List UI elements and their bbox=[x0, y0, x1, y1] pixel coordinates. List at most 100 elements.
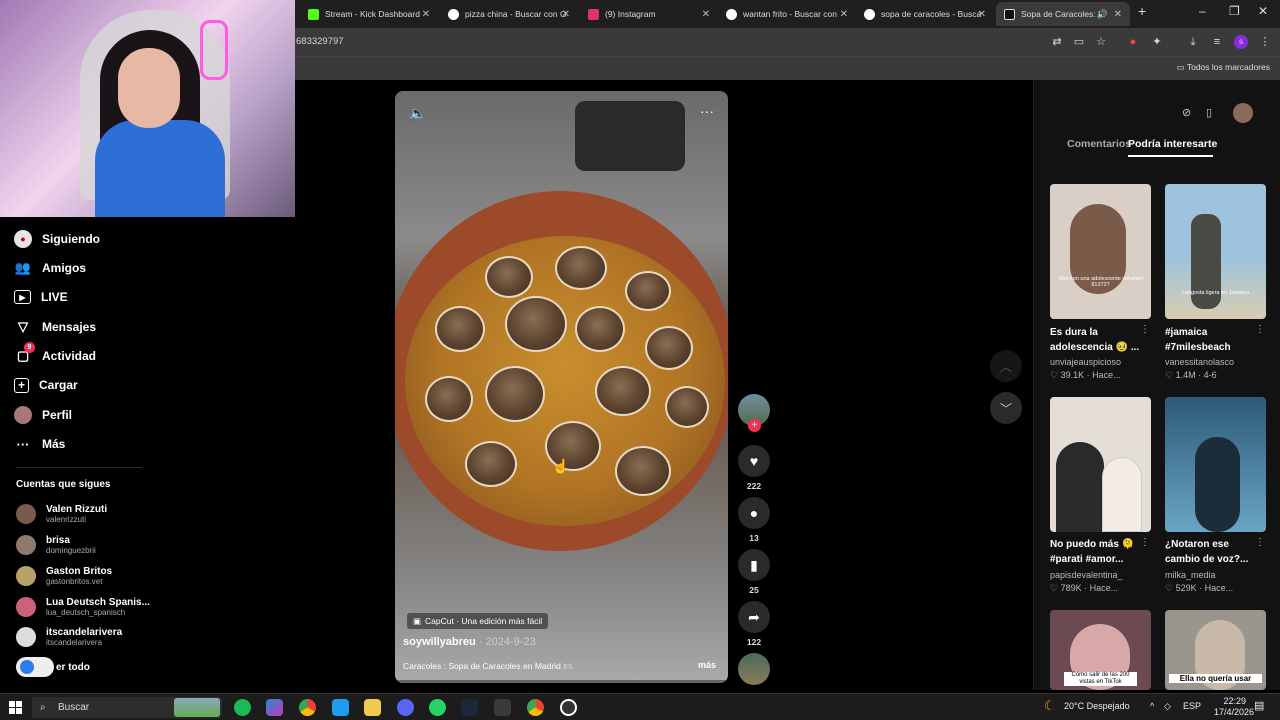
recommended-title[interactable]: #jamaica #7milesbeach bbox=[1165, 325, 1266, 355]
sidebar-item-actividad[interactable]: ▢ 9 Actividad bbox=[14, 342, 96, 366]
recommended-user[interactable]: unviajeauspicioso bbox=[1050, 357, 1121, 367]
recommended-thumbnail[interactable]: Langosta ligera en Jamaica bbox=[1165, 184, 1266, 319]
weather-text[interactable]: 20°C Despejado bbox=[1064, 701, 1130, 711]
next-video-button[interactable]: ﹀ bbox=[990, 392, 1022, 424]
network-icon[interactable]: ◇ bbox=[1164, 701, 1171, 712]
close-icon[interactable]: ✕ bbox=[840, 9, 848, 20]
tab-instagram[interactable]: (9) Instagram ✕ bbox=[580, 2, 718, 26]
maximize-button[interactable]: ❐ bbox=[1229, 4, 1240, 18]
sidebar-item-cargar[interactable]: + Cargar bbox=[14, 375, 78, 395]
language-indicator[interactable]: ESP bbox=[1183, 701, 1201, 711]
recommended-title[interactable]: No puedo más 🫠 #parati #amor... bbox=[1050, 537, 1151, 567]
obs-icon[interactable] bbox=[560, 699, 577, 716]
recommended-user[interactable]: papisdevalentina_ bbox=[1050, 570, 1123, 580]
followed-account[interactable]: itscandelarivera itscandelarivera bbox=[16, 625, 122, 649]
volume-icon[interactable]: 🔈 bbox=[409, 105, 426, 122]
discord-icon[interactable] bbox=[397, 699, 414, 716]
menu-dots-icon[interactable]: ··· bbox=[700, 103, 714, 119]
followed-account[interactable]: brisa dominguezbrii bbox=[16, 533, 96, 557]
prev-video-button[interactable]: ︿ bbox=[990, 350, 1022, 382]
clock[interactable]: 22:29 17/4/2026 bbox=[1214, 696, 1254, 718]
recommended-title[interactable]: Es dura la adolescencia 🥹 ... bbox=[1050, 325, 1151, 355]
chrome-icon[interactable] bbox=[299, 699, 316, 716]
chevron-up-icon[interactable]: ^ bbox=[1150, 701, 1154, 711]
see-all-link[interactable]: er todo bbox=[16, 657, 90, 677]
steam-icon[interactable] bbox=[461, 699, 478, 716]
bookmark-star-icon[interactable]: ☆ bbox=[1094, 35, 1108, 49]
sound-disc-icon[interactable] bbox=[738, 653, 770, 685]
sidebar-item-live[interactable]: ▶ LIVE bbox=[14, 287, 68, 307]
more-button[interactable]: más bbox=[698, 660, 716, 670]
whatsapp-icon[interactable] bbox=[429, 699, 446, 716]
extension-color-icon[interactable]: ● bbox=[1126, 35, 1140, 49]
menu-dots-icon[interactable]: ⋮ bbox=[1255, 324, 1265, 335]
recommended-user[interactable]: milka_media bbox=[1165, 570, 1216, 580]
all-bookmarks-button[interactable]: ▭ Todos los marcadores bbox=[1177, 62, 1270, 73]
menu-dots-icon[interactable]: ⋮ bbox=[1258, 35, 1272, 49]
close-icon[interactable]: ✕ bbox=[978, 9, 986, 20]
tab-sopa-caracoles-search[interactable]: sopa de caracoles - Busca ✕ bbox=[856, 2, 994, 26]
menu-dots-icon[interactable]: ⋮ bbox=[1255, 537, 1265, 548]
url-field[interactable]: 683329797 bbox=[296, 36, 344, 47]
compass-icon[interactable]: ⊘ bbox=[1182, 106, 1198, 122]
chrome-icon[interactable] bbox=[527, 699, 544, 716]
sidebar-item-mensajes[interactable]: ▽ Mensajes bbox=[14, 317, 96, 337]
share-button[interactable]: ➦ bbox=[738, 601, 770, 633]
speaker-icon[interactable]: 🔊 bbox=[1097, 9, 1108, 20]
profile-avatar-icon[interactable]: s bbox=[1234, 35, 1248, 49]
tab-tiktok-active[interactable]: Sopa de Caracoles: Un 🔊 ✕ bbox=[996, 2, 1130, 26]
windows-start-icon[interactable] bbox=[9, 701, 22, 714]
new-tab-button[interactable]: + bbox=[1138, 3, 1146, 19]
sidebar-item-siguiendo[interactable]: ● Siguiendo bbox=[14, 229, 100, 249]
video-author[interactable]: soywillyabreu · 2024-9-23 bbox=[403, 636, 536, 648]
install-icon[interactable]: ▭ bbox=[1072, 35, 1086, 49]
sidebar-item-perfil[interactable]: Perfil bbox=[14, 405, 72, 425]
followed-account[interactable]: Valen Rizzuti valenrizzuti bbox=[16, 502, 107, 526]
close-icon[interactable]: ✕ bbox=[562, 9, 570, 20]
recommended-title[interactable]: ¿Notaron ese cambio de voz?... bbox=[1165, 537, 1266, 567]
video-player[interactable]: 🔈 ··· ▣ CapCut · Una edición más fácil s… bbox=[395, 91, 728, 683]
user-avatar[interactable] bbox=[1233, 103, 1253, 123]
recommended-user[interactable]: vanessitanolasco bbox=[1165, 357, 1234, 367]
sidebar-item-mas[interactable]: ··· Más bbox=[14, 434, 66, 454]
minimize-button[interactable]: – bbox=[1199, 4, 1206, 18]
recommended-thumbnail[interactable]: Cómo salir de las 200 vistas en TikTok bbox=[1050, 610, 1151, 690]
video-progress[interactable] bbox=[395, 680, 728, 683]
taskbar-search[interactable]: ⌕ Buscar bbox=[32, 697, 222, 718]
tab-pizza-china[interactable]: pizza china - Buscar con G ✕ bbox=[440, 2, 578, 26]
tab-recommended[interactable]: Podría interesarte bbox=[1128, 138, 1217, 150]
sidebar-item-amigos[interactable]: 👥 Amigos bbox=[14, 258, 86, 278]
like-button[interactable]: ♥ bbox=[738, 445, 770, 477]
app-icon[interactable] bbox=[494, 699, 511, 716]
recommended-thumbnail[interactable] bbox=[1050, 397, 1151, 532]
menu-dots-icon[interactable]: ⋮ bbox=[1140, 324, 1150, 335]
thumb-caption: Ella no quería usar bbox=[1169, 674, 1262, 683]
phone-icon[interactable]: ▯ bbox=[1206, 106, 1222, 122]
recommended-thumbnail[interactable]: Vivir con una adolescente volumen 81372? bbox=[1050, 184, 1151, 319]
followed-account[interactable]: Lua Deutsch Spanis... lua_deutsch_spanisc… bbox=[16, 595, 150, 619]
notifications-icon[interactable]: ▤ bbox=[1254, 699, 1264, 712]
recommended-thumbnail[interactable] bbox=[1165, 397, 1266, 532]
followed-account[interactable]: Gaston Britos gastonbritos.vet bbox=[16, 564, 112, 588]
close-icon[interactable]: ✕ bbox=[1114, 9, 1122, 20]
tab-wantan-frito[interactable]: wantan frito - Buscar con ✕ bbox=[718, 2, 856, 26]
follow-plus-icon[interactable]: + bbox=[748, 419, 761, 432]
recommended-thumbnail[interactable]: Ella no quería usar bbox=[1165, 610, 1266, 690]
tab-kick-dashboard[interactable]: Stream - Kick Dashboard ✕ bbox=[300, 2, 438, 26]
extensions-icon[interactable]: ✦ bbox=[1150, 35, 1164, 49]
capcut-badge[interactable]: ▣ CapCut · Una edición más fácil bbox=[407, 613, 549, 629]
copilot-icon[interactable] bbox=[266, 699, 283, 716]
menu-dots-icon[interactable]: ⋮ bbox=[1140, 537, 1150, 548]
download-icon[interactable]: ⤓ bbox=[1186, 35, 1200, 49]
comment-button[interactable]: ● bbox=[738, 497, 770, 529]
close-icon[interactable]: ✕ bbox=[702, 9, 710, 20]
file-explorer-icon[interactable] bbox=[364, 699, 381, 716]
spotify-icon[interactable] bbox=[234, 699, 251, 716]
translate-icon[interactable]: ⇄ bbox=[1050, 35, 1064, 49]
close-icon[interactable]: ✕ bbox=[422, 9, 430, 20]
close-window-button[interactable]: ✕ bbox=[1258, 4, 1268, 18]
media-icon[interactable]: ≡ bbox=[1210, 35, 1224, 49]
save-button[interactable]: ▮ bbox=[738, 549, 770, 581]
tab-comments[interactable]: Comentarios bbox=[1067, 138, 1131, 150]
app-icon[interactable] bbox=[332, 699, 349, 716]
